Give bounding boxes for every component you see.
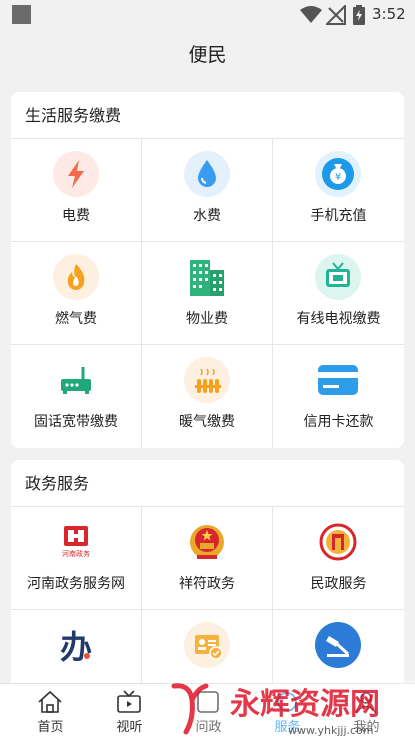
- flame-icon: [53, 254, 99, 300]
- tab-media[interactable]: 视听: [88, 684, 171, 737]
- money-bag-icon: ¥: [315, 151, 361, 197]
- page-title: 便民: [0, 30, 415, 80]
- section-title: 生活服务缴费: [11, 92, 404, 139]
- service-label: 暖气缴费: [179, 414, 235, 430]
- service-label: 物业费: [186, 311, 228, 327]
- shield-hammer-icon: [315, 622, 361, 668]
- status-bar: 3:52: [0, 0, 415, 30]
- national-emblem-icon: [190, 525, 224, 559]
- service-label: 有线电视缴费: [296, 311, 381, 327]
- router-icon: [61, 367, 91, 394]
- service-heating[interactable]: 暖气缴费: [142, 345, 273, 448]
- tab-label: 首页: [37, 720, 64, 735]
- service-property[interactable]: 物业费: [142, 242, 273, 345]
- service-label: 信用卡还款: [303, 414, 374, 430]
- home-icon: [38, 690, 62, 713]
- tv-icon: [315, 254, 361, 300]
- lightning-icon: [53, 151, 99, 197]
- id-card-icon: [184, 622, 230, 668]
- service-label: 燃气费: [55, 311, 97, 327]
- battery-icon: [353, 5, 365, 25]
- service-gas[interactable]: 燃气费: [11, 242, 142, 345]
- service-label: 水费: [193, 208, 221, 224]
- service-label: 固话宽带缴费: [34, 414, 118, 430]
- wifi-icon: [300, 6, 322, 23]
- watermark-text: 永辉资源网: [230, 687, 380, 722]
- service-label: 祥符政务: [179, 576, 235, 592]
- ban-logo: 办: [60, 628, 92, 666]
- henan-gov-logo: 河南政务: [62, 526, 90, 558]
- service-henan-gov[interactable]: 河南政务 河南政务服务网: [11, 507, 142, 610]
- water-drop-icon: [184, 151, 230, 197]
- service-cable-tv[interactable]: 有线电视缴费: [273, 242, 404, 345]
- service-electricity[interactable]: 电费: [11, 139, 142, 242]
- service-civil-affairs[interactable]: 民政服务: [273, 507, 404, 610]
- life-services-card: 生活服务缴费 电费 水费 ¥ 手机充值 燃气费 物业费 有线电视缴费 固话宽带缴…: [11, 92, 404, 448]
- radiator-icon: [184, 357, 230, 403]
- tv-play-icon: [117, 690, 141, 713]
- service-label: 电费: [62, 208, 90, 224]
- service-water[interactable]: 水费: [142, 139, 273, 242]
- notification-icon: [12, 5, 31, 24]
- tab-label: 视听: [116, 720, 143, 735]
- government-services-card: 政务服务 河南政务 河南政务服务网 祥符政务 民政服务 办: [11, 460, 404, 700]
- svg-text:河南政务: 河南政务: [62, 549, 90, 558]
- clock: 3:52: [372, 5, 406, 23]
- section-title: 政务服务: [11, 460, 404, 507]
- signal-icon: [326, 5, 346, 25]
- watermark-url: www.yhkjjj.com: [288, 724, 374, 737]
- service-mobile-topup[interactable]: ¥ 手机充值: [273, 139, 404, 242]
- building-icon: [190, 260, 224, 296]
- service-label: 民政服务: [310, 576, 367, 592]
- service-credit-card[interactable]: 信用卡还款: [273, 345, 404, 448]
- tab-home[interactable]: 首页: [9, 684, 92, 737]
- civil-affairs-icon: [319, 523, 357, 561]
- watermark: 永辉资源网 www.yhkjjj.com: [168, 680, 415, 737]
- service-xiangfu-gov[interactable]: 祥符政务: [142, 507, 273, 610]
- svg-text:办: 办: [60, 628, 92, 666]
- service-broadband[interactable]: 固话宽带缴费: [11, 345, 142, 448]
- svg-text:¥: ¥: [335, 172, 341, 183]
- credit-card-icon: [318, 365, 358, 395]
- service-label: 河南政务服务网: [27, 576, 125, 592]
- service-label: 手机充值: [310, 208, 367, 224]
